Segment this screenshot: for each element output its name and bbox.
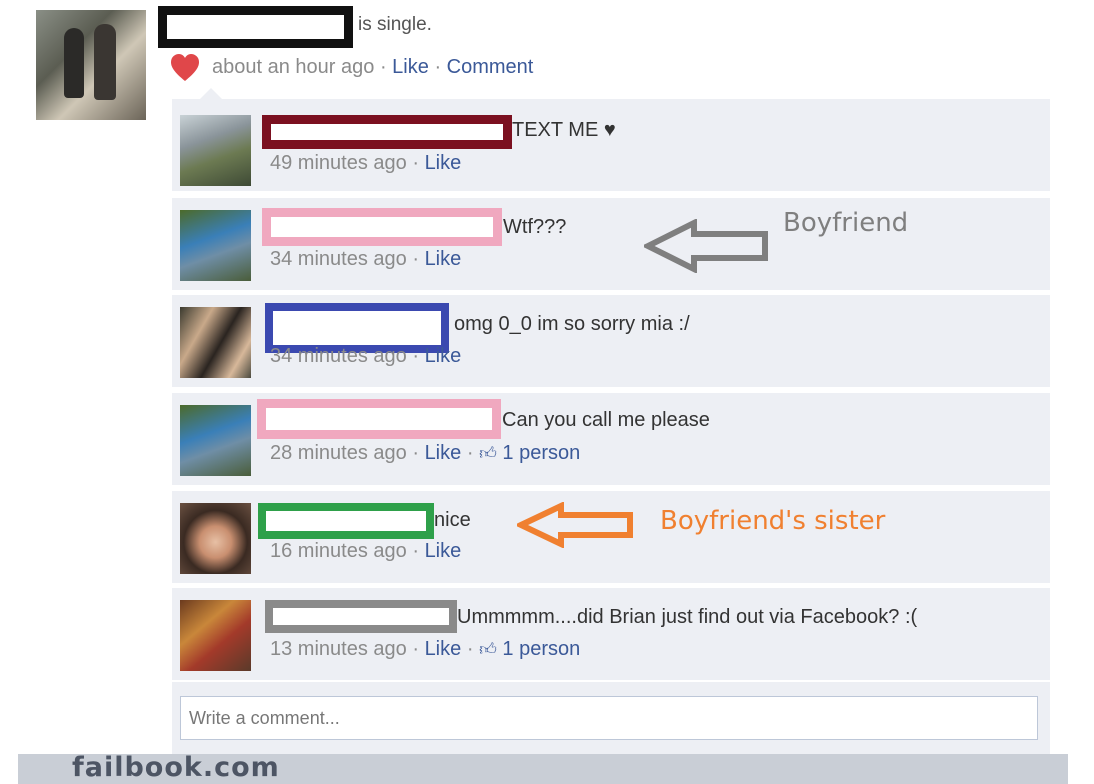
comment-text: omg 0_0 im so sorry mia :/ [454,313,690,335]
sister-arrow-icon [517,502,633,548]
commenter-name-redaction [262,115,512,149]
comment-item: Ummmmm....did Brian just find out via Fa… [172,588,1050,680]
comment-input[interactable] [180,696,1038,740]
commenter-name-redaction [257,399,501,439]
footer-watermark: failbook.com [72,752,280,783]
comment-meta: 49 minutes ago · Like [270,152,462,174]
comment-meta: 34 minutes ago · Like [270,345,462,367]
commenter-avatar[interactable] [180,600,251,671]
comment-composer [172,682,1050,754]
comment-meta: 16 minutes ago · Like [270,540,462,562]
comment-text: TEXT ME ♥ [512,119,616,141]
commenter-avatar[interactable] [180,115,251,186]
commenter-avatar[interactable] [180,503,251,574]
comment-meta: 34 minutes ago · Like [270,248,462,270]
comment-item: Wtf??? 34 minutes ago · Like [172,198,1050,290]
comment-text: nice [434,509,471,531]
comment-like-link[interactable]: Like [425,345,462,367]
comment-like-link[interactable]: Like [425,248,462,270]
comment-item: Can you call me please 28 minutes ago · … [172,393,1050,485]
comment-text: Wtf??? [503,216,567,238]
commenter-avatar[interactable] [180,210,251,281]
post-like-link[interactable]: Like [392,56,429,78]
comment-like-link[interactable]: Like [425,638,462,660]
commenter-avatar[interactable] [180,307,251,378]
comment-likes-count[interactable]: 1 person [502,638,580,660]
post-comment-link[interactable]: Comment [447,56,534,78]
comment-like-link[interactable]: Like [425,442,462,464]
comment-text: Ummmmm....did Brian just find out via Fa… [457,606,918,628]
poster-name-redaction [158,6,353,48]
commenter-name-redaction [265,600,457,633]
boyfriend-label: Boyfriend [783,208,909,238]
thumbs-up-icon: 👍︎ [479,640,497,659]
post-meta: about an hour ago · Like · Comment [212,56,534,78]
comment-likes-count[interactable]: 1 person [502,442,580,464]
commenter-avatar[interactable] [180,405,251,476]
commenter-name-redaction [262,208,502,246]
thread-pointer [200,88,222,99]
comment-like-link[interactable]: Like [425,540,462,562]
comment-item: omg 0_0 im so sorry mia :/ 34 minutes ag… [172,295,1050,387]
poster-avatar[interactable] [36,10,146,120]
boyfriend-arrow-icon [644,219,768,273]
comment-meta: 28 minutes ago · Like · 👍︎ 1 person [270,442,581,464]
commenter-name-redaction [258,503,434,539]
post-time: about an hour ago [212,56,375,78]
sister-label: Boyfriend's sister [660,506,886,536]
comment-like-link[interactable]: Like [425,152,462,174]
status-text: is single. [358,14,432,35]
comment-thread: TEXT ME ♥ 49 minutes ago · Like Wtf??? 3… [172,99,1050,754]
comment-meta: 13 minutes ago · Like · 👍︎ 1 person [270,638,581,660]
thumbs-up-icon: 👍︎ [479,444,497,463]
heart-icon [171,54,199,81]
comment-item: TEXT ME ♥ 49 minutes ago · Like [172,99,1050,191]
comment-text: Can you call me please [502,409,710,431]
